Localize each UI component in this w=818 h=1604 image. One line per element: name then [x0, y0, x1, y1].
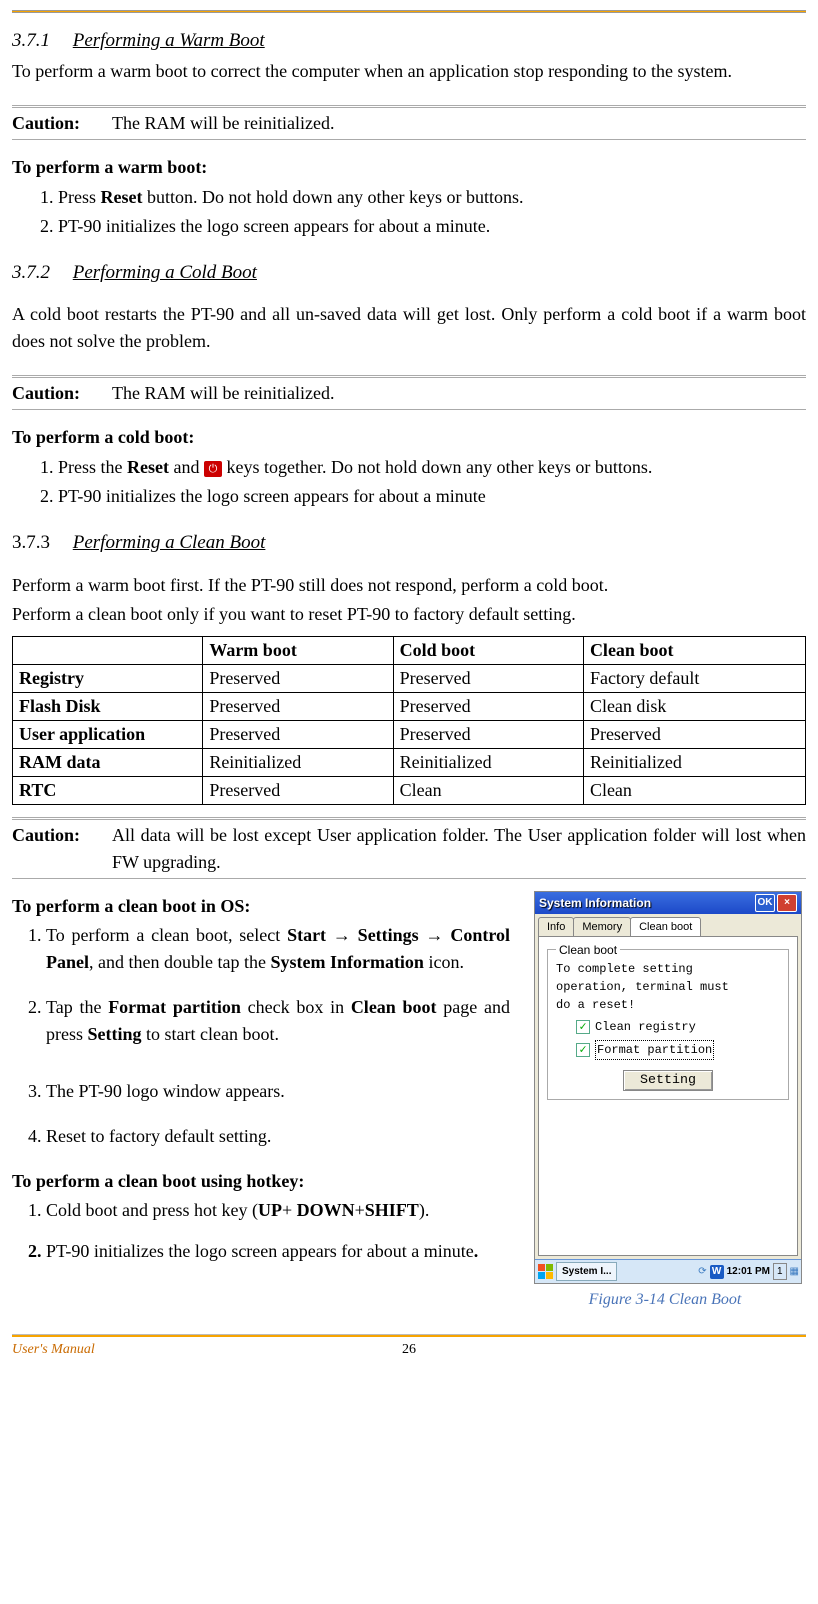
section-heading-clean-boot: 3.7.3 Performing a Clean Boot [12, 529, 806, 558]
clean-os-step-3: The PT-90 logo window appears. [46, 1078, 510, 1105]
footer-left: User's Manual [12, 1339, 95, 1360]
section-heading-warm-boot: 3.7.1 Performing a Warm Boot [12, 27, 806, 56]
table-row: RTC Preserved Clean Clean [13, 776, 806, 804]
clean-os-step-4: Reset to factory default setting. [46, 1123, 510, 1150]
close-button[interactable]: × [777, 894, 797, 912]
table-row: Registry Preserved Preserved Factory def… [13, 664, 806, 692]
system-information-window: System Information OK × Info Memory Clea… [534, 891, 802, 1285]
power-icon: ⏻ [204, 461, 222, 477]
word-icon[interactable]: W [710, 1265, 724, 1279]
clean-os-head: To perform a clean boot in OS: [12, 893, 510, 920]
table-row: RAM data Reinitialized Reinitialized Rei… [13, 748, 806, 776]
clean-hk-step-1: Cold boot and press hot key (UP+ DOWN+SH… [46, 1197, 510, 1224]
caution-text: The RAM will be reinitialized. [112, 380, 806, 407]
taskbar-app[interactable]: System I... [556, 1262, 617, 1281]
checkbox-label: Format partition [595, 1040, 714, 1060]
tab-info[interactable]: Info [538, 917, 574, 937]
window-title: System Information [539, 894, 753, 912]
checkbox-format-partition[interactable]: ✓ Format partition [576, 1040, 780, 1060]
caution-cold-boot: Caution: The RAM will be reinitialized. [12, 375, 806, 410]
caution-clean-boot: Caution: All data will be lost except Us… [12, 817, 806, 879]
cold-boot-procedure-head: To perform a cold boot: [12, 424, 806, 451]
warm-boot-procedure-head: To perform a warm boot: [12, 154, 806, 181]
tray-badge: 1 [773, 1263, 787, 1280]
caution-label: Caution: [12, 822, 112, 876]
sec-num: 3.7.2 [12, 262, 50, 283]
check-icon: ✓ [576, 1020, 590, 1034]
table-row: Flash Disk Preserved Preserved Clean dis… [13, 692, 806, 720]
clean-boot-intro1: Perform a warm boot first. If the PT-90 … [12, 572, 806, 599]
start-icon[interactable] [537, 1264, 553, 1280]
caution-text: All data will be lost except User applic… [112, 822, 806, 876]
tray-icon[interactable]: ⟳ [698, 1264, 706, 1279]
cold-boot-intro: A cold boot restarts the PT-90 and all u… [12, 301, 806, 355]
sec-title: Performing a Clean Boot [73, 532, 266, 553]
sec-title: Performing a Cold Boot [73, 262, 257, 283]
caution-label: Caution: [12, 380, 112, 407]
tabs: Info Memory Clean boot [535, 914, 801, 937]
tray: ⟳ W 12:01 PM 1 ▦ [698, 1263, 799, 1280]
cold-boot-steps: Press the Reset and ⏻ keys together. Do … [12, 453, 806, 511]
cold-step-1: Press the Reset and ⏻ keys together. Do … [58, 453, 806, 482]
msg-line: do a reset! [556, 996, 780, 1014]
tab-memory[interactable]: Memory [573, 917, 631, 937]
clean-boot-group: Clean boot To complete setting operation… [547, 949, 789, 1100]
page-footer: User's Manual 26 [0, 1339, 818, 1366]
warm-step-2: PT-90 initializes the logo screen appear… [58, 212, 806, 241]
sec-title: Performing a Warm Boot [73, 30, 265, 51]
clean-os-step-2: Tap the Format partition check box in Cl… [46, 994, 510, 1048]
table-row: Warm boot Cold boot Clean boot [13, 636, 806, 664]
clean-os-steps: To perform a clean boot, select Start → … [12, 922, 510, 1150]
check-icon: ✓ [576, 1043, 590, 1057]
checkbox-label: Clean registry [595, 1018, 696, 1036]
caution-label: Caution: [12, 110, 112, 137]
top-rule [12, 10, 806, 13]
tab-clean-boot[interactable]: Clean boot [630, 917, 701, 937]
window-titlebar: System Information OK × [535, 892, 801, 914]
group-label: Clean boot [556, 941, 620, 959]
page-number: 26 [402, 1339, 416, 1360]
clean-os-step-1: To perform a clean boot, select Start → … [46, 922, 510, 976]
tray-icon[interactable]: ▦ [790, 1264, 799, 1279]
ok-button[interactable]: OK [755, 894, 775, 912]
clean-boot-intro2: Perform a clean boot only if you want to… [12, 601, 806, 628]
figure-caption: Figure 3-14 Clean Boot [524, 1288, 806, 1312]
cold-step-2: PT-90 initializes the logo screen appear… [58, 482, 806, 511]
clean-hotkey-steps: Cold boot and press hot key (UP+ DOWN+SH… [12, 1197, 510, 1265]
taskbar: System I... ⟳ W 12:01 PM 1 ▦ [535, 1259, 801, 1283]
checkbox-clean-registry[interactable]: ✓ Clean registry [576, 1018, 780, 1036]
section-heading-cold-boot: 3.7.2 Performing a Cold Boot [12, 259, 806, 288]
warm-step-1: Press Reset button. Do not hold down any… [58, 183, 806, 212]
footer-rule [12, 1334, 806, 1337]
caution-warm-boot: Caution: The RAM will be reinitialized. [12, 105, 806, 140]
sec-num: 3.7.1 [12, 30, 50, 51]
sec-num: 3.7.3 [12, 532, 50, 553]
clean-hotkey-head: To perform a clean boot using hotkey: [12, 1168, 510, 1195]
boot-comparison-table: Warm boot Cold boot Clean boot Registry … [12, 636, 806, 805]
msg-line: operation, terminal must [556, 978, 780, 996]
tab-panel-clean-boot: Clean boot To complete setting operation… [538, 936, 798, 1256]
table-row: User application Preserved Preserved Pre… [13, 720, 806, 748]
msg-line: To complete setting [556, 960, 780, 978]
setting-button[interactable]: Setting [623, 1070, 713, 1091]
clock: 12:01 PM [727, 1264, 770, 1279]
clean-hk-step-2: PT-90 initializes the logo screen appear… [46, 1238, 510, 1265]
warm-boot-intro: To perform a warm boot to correct the co… [12, 58, 806, 85]
warm-boot-steps: Press Reset button. Do not hold down any… [12, 183, 806, 241]
caution-text: The RAM will be reinitialized. [112, 110, 806, 137]
